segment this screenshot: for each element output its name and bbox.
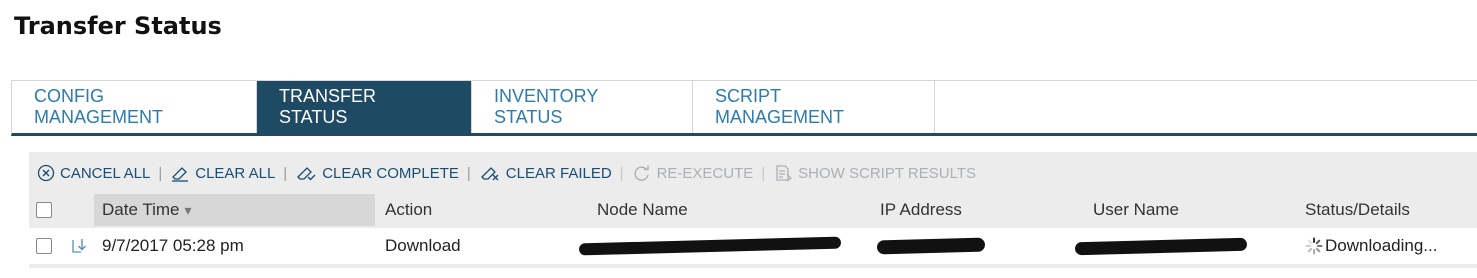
select-all-cell [36,194,52,226]
show-script-results-button[interactable]: SHOW SCRIPT RESULTS [773,164,976,182]
toolbar-separator: | [619,164,624,182]
date-time-header-label: Date Time [102,200,180,219]
row-node-name-redacted [578,228,842,264]
row-user-name-redacted [1074,228,1248,264]
toolbar-separator: | [466,164,471,182]
transfer-panel: CANCEL ALL | CLEAR ALL | CLEAR COMPLETE … [29,152,1477,268]
re-execute-button[interactable]: RE-EXECUTE [632,164,754,182]
row-status-text: Downloading... [1325,236,1438,255]
toolbar-separator: | [283,164,288,182]
download-arrow-icon [72,239,86,253]
script-results-icon [776,165,793,182]
cancel-circle-icon [37,164,55,182]
tab-bar: CONFIG MANAGEMENT TRANSFER STATUS INVENT… [11,80,1477,136]
row-ip-address-redacted [876,228,986,264]
row-select-cell [36,228,52,264]
eraser-x-icon [480,167,499,181]
eraser-check-icon [297,167,316,181]
spinner-icon [1305,237,1323,255]
column-header-status[interactable]: Status/Details [1305,194,1410,226]
clear-complete-label: CLEAR COMPLETE [322,164,459,182]
select-all-checkbox[interactable] [36,202,52,218]
tab-inventory-status[interactable]: INVENTORY STATUS [472,81,693,133]
row-checkbox[interactable] [36,238,52,254]
clear-all-button[interactable]: CLEAR ALL [170,164,275,182]
cancel-all-button[interactable]: CANCEL ALL [37,164,150,182]
row-status: Downloading... [1305,228,1437,264]
column-header-action[interactable]: Action [385,194,432,226]
toolbar-separator: | [158,164,163,182]
clear-complete-button[interactable]: CLEAR COMPLETE [295,164,459,182]
tab-script-management[interactable]: SCRIPT MANAGEMENT [693,81,935,133]
sort-desc-icon: ▾ [184,201,192,218]
eraser-icon [172,167,189,182]
toolbar: CANCEL ALL | CLEAR ALL | CLEAR COMPLETE … [37,162,976,184]
transfer-type-cell [70,228,90,264]
tab-transfer-status[interactable]: TRANSFER STATUS [257,81,472,133]
column-header-ip-address[interactable]: IP Address [880,194,962,226]
column-header-user-name[interactable]: User Name [1093,194,1179,226]
column-header-node-name[interactable]: Node Name [597,194,688,226]
re-execute-label: RE-EXECUTE [656,164,754,182]
toolbar-separator: | [761,164,766,182]
row-action: Download [385,236,461,255]
clear-failed-label: CLEAR FAILED [505,164,612,182]
show-script-results-label: SHOW SCRIPT RESULTS [798,164,976,182]
table-row[interactable]: 9/7/2017 05:28 pm Download Downloading..… [29,228,1477,264]
column-header-date-time[interactable]: Date Time ▾ [102,194,192,226]
tab-config-management[interactable]: CONFIG MANAGEMENT [12,81,257,133]
row-date-time: 9/7/2017 05:28 pm [102,236,244,255]
clear-all-label: CLEAR ALL [195,164,276,182]
clear-failed-button[interactable]: CLEAR FAILED [479,164,612,182]
cancel-all-label: CANCEL ALL [60,164,151,182]
refresh-icon [634,165,649,181]
page-title: Transfer Status [14,12,222,40]
table-header: Date Time ▾ Action Node Name IP Address … [29,194,1477,226]
